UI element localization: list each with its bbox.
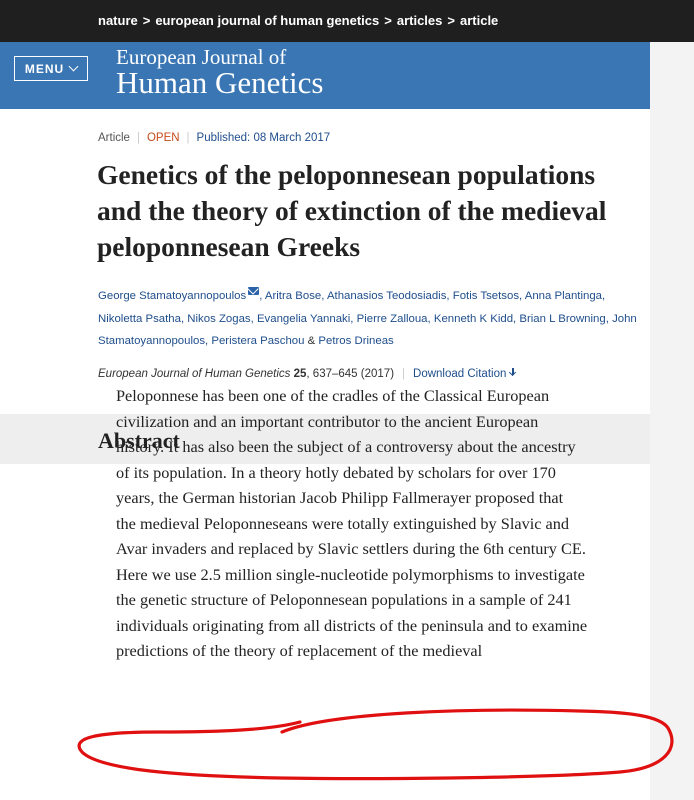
open-access-badge: OPEN — [146, 132, 180, 144]
citation-divider: | — [402, 368, 406, 380]
meta-divider: | — [136, 132, 140, 144]
download-icon — [509, 368, 517, 378]
author-link[interactable]: Fotis Tsetsos — [453, 290, 519, 302]
abstract-line: civilization and an important contributo… — [116, 411, 539, 431]
citation-volume: 25 — [293, 368, 307, 380]
citation-line: European Journal of Human Genetics 25, 6… — [98, 368, 517, 380]
abstract-line: history. It has also been the subject of… — [116, 437, 576, 456]
download-citation-link[interactable]: Download Citation — [413, 368, 517, 380]
abstract-line: Peloponnese has been one of the cradles … — [116, 386, 550, 405]
breadcrumb-separator: > — [447, 13, 455, 28]
published-date: Published: 08 March 2017 — [196, 132, 331, 144]
abstract-line: the genetic structure of Peloponnesean p… — [116, 590, 572, 609]
journal-logo[interactable]: European Journal of Human Genetics — [116, 47, 324, 100]
article-title: Genetics of the peloponnesean population… — [97, 159, 607, 262]
author-link[interactable]: Kenneth K Kidd — [434, 313, 513, 325]
mail-icon[interactable] — [248, 287, 260, 295]
citation-pages: , 637–645 (2017) — [306, 368, 395, 380]
menu-label: MENU — [24, 61, 65, 76]
abstract-line: the medieval Peloponneseans were totally… — [116, 513, 570, 533]
author-link[interactable]: Brian L Browning — [519, 313, 605, 325]
breadcrumb: nature > european journal of human genetic… — [98, 13, 498, 28]
abstract-line: Avar invaders and replaced by Slavic set… — [116, 539, 586, 558]
citation-journal: European Journal of Human Genetics — [98, 368, 291, 380]
breadcrumb-separator: > — [142, 13, 151, 28]
article-meta: Article | OPEN | Published: 08 March 2017 — [98, 132, 330, 144]
breadcrumb-current: article — [459, 13, 499, 28]
author-link[interactable]: Anna Plantinga — [525, 290, 602, 302]
author-link[interactable]: Nikos Zogas — [187, 313, 250, 325]
breadcrumb-separator: > — [384, 13, 392, 28]
author-link[interactable]: Petros Drineas — [318, 335, 393, 347]
chevron-down-icon — [68, 61, 79, 72]
abstract-body: Peloponnese has been one of the cradles … — [116, 383, 646, 664]
author-link[interactable]: Athanasios Teodosiadis — [327, 290, 446, 302]
journal-name-line2: Human Genetics — [116, 65, 324, 100]
abstract-line: years, the German historian Jacob Philip… — [116, 488, 564, 507]
breadcrumb-nature[interactable]: nature — [98, 13, 138, 28]
breadcrumb-articles[interactable]: articles — [397, 13, 443, 28]
author-link[interactable]: Nikoletta Psatha — [98, 313, 181, 325]
breadcrumb-bar: nature > european journal of human genetic… — [0, 0, 694, 42]
author-link[interactable]: Aritra Bose — [265, 290, 321, 302]
author-link[interactable]: Evangelia Yannaki — [257, 313, 350, 325]
abstract-line: predictions of the theory of replacement… — [116, 641, 483, 660]
article-type: Article — [98, 132, 130, 144]
author-link[interactable]: George Stamatoyannopoulos — [98, 290, 246, 302]
abstract-line: Here we use 2.5 million single-nucleotid… — [116, 564, 585, 584]
meta-divider: | — [186, 132, 190, 144]
abstract-line: individuals originating from all distric… — [116, 615, 588, 635]
abstract-line: of its population. In a theory hotly deb… — [116, 462, 556, 482]
menu-button[interactable]: MENU — [14, 56, 88, 81]
journal-header: MENU European Journal of Human Genetics — [0, 42, 650, 109]
author-link[interactable]: Pierre Zalloua — [357, 313, 428, 325]
author-link[interactable]: Peristera Paschou — [211, 335, 304, 347]
breadcrumb-journal[interactable]: european journal of human genetics — [155, 13, 379, 28]
author-list: George Stamatoyannopoulos, Aritra Bose, … — [98, 285, 650, 353]
